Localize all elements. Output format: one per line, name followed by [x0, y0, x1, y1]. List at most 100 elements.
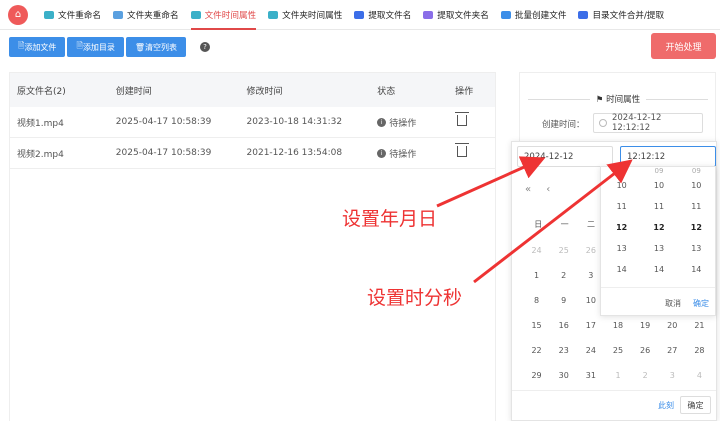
prev-navigation[interactable]: « ‹ [525, 184, 556, 195]
calendar-day[interactable]: 30 [550, 363, 577, 388]
time-option[interactable]: 12 [678, 217, 715, 238]
header-created: 创建时间 [115, 86, 152, 97]
calendar-day[interactable]: 4 [686, 363, 713, 388]
calendar-day[interactable]: 18 [604, 313, 631, 338]
header-filename: 原文件名(2) [17, 86, 66, 97]
create-time-value: 2024-12-12 12:12:12 [611, 113, 662, 133]
home-icon[interactable]: ⌂ [8, 4, 28, 25]
time-option[interactable]: 10 [678, 175, 715, 196]
time-option[interactable]: 13 [640, 238, 677, 259]
add-file-label: 添加文件 [24, 42, 57, 52]
calendar-day[interactable]: 31 [577, 363, 604, 388]
calendar-day[interactable]: 23 [550, 338, 577, 363]
table-row[interactable]: 视频2.mp4 2025-04-17 10:58:39 2021-12-16 1… [10, 138, 495, 169]
tab-0[interactable]: 文件重命名 [38, 0, 107, 30]
calendar-day[interactable]: 2 [550, 263, 577, 288]
weekday-label: 日 [534, 220, 543, 229]
calendar-day[interactable]: 8 [523, 288, 550, 313]
calendar-day[interactable]: 24 [577, 338, 604, 363]
time-option[interactable]: 14 [678, 259, 715, 280]
tab-7[interactable]: 目录文件合并/提取 [572, 0, 670, 30]
time-picker-footer: 取消 确定 [601, 287, 715, 315]
panel-title-text: ⚑ 时间属性 [590, 93, 646, 105]
divider [528, 98, 590, 100]
time-option[interactable]: 09 [603, 167, 640, 175]
file-time-icon [190, 10, 201, 19]
divider [646, 98, 708, 100]
calendar-day[interactable]: 25 [604, 338, 631, 363]
tab-1[interactable]: 文件夹重命名 [107, 0, 185, 30]
time-option[interactable]: 11 [640, 196, 677, 217]
add-file-button[interactable]: 🗎 添加文件 [9, 37, 66, 57]
time-option[interactable]: 13 [678, 238, 715, 259]
time-option[interactable]: 09 [640, 167, 677, 175]
delete-icon[interactable] [455, 143, 470, 157]
header-action: 操作 [455, 86, 474, 97]
picker-footer: 此刻 确定 [512, 390, 716, 420]
help-icon[interactable]: ? [200, 42, 211, 52]
time-input[interactable]: 12:12:12 [620, 146, 716, 167]
row-filename: 视频1.mp4 [17, 118, 64, 129]
tab-6[interactable]: 批量创建文件 [495, 0, 573, 30]
calendar-day[interactable]: 20 [659, 313, 686, 338]
start-button[interactable]: 开始处理 [651, 33, 716, 59]
top-nav: ⌂ 文件重命名 文件夹重命名 文件时间属性 文件夹时间属性 提取文件名 提取文件夹名 批量创… [0, 0, 720, 30]
tab-label: 目录文件合并/提取 [592, 10, 665, 21]
time-option[interactable]: 14 [603, 259, 640, 280]
create-time-input[interactable]: 2024-12-12 12:12:12 [593, 113, 703, 133]
nav-tabs: 文件重命名 文件夹重命名 文件时间属性 文件夹时间属性 提取文件名 提取文件夹名 批量创建文… [38, 0, 670, 30]
folder-rename-icon [112, 10, 123, 19]
file-rename-icon [44, 10, 54, 19]
calendar-day[interactable]: 26 [632, 338, 659, 363]
tab-3[interactable]: 文件夹时间属性 [262, 0, 348, 30]
calendar-day[interactable]: 29 [523, 363, 550, 388]
now-button[interactable]: 此刻 [658, 400, 674, 411]
header-status: 状态 [377, 86, 396, 97]
row-action [455, 112, 495, 129]
calendar-day[interactable]: 1 [523, 263, 550, 288]
clear-list-button[interactable]: 🗑 清空列表 [125, 37, 187, 57]
table-row[interactable]: 视频1.mp4 2025-04-17 10:58:39 2023-10-18 1… [10, 107, 495, 138]
tab-5[interactable]: 提取文件夹名 [417, 0, 495, 30]
tab-label: 批量创建文件 [514, 10, 567, 21]
calendar-day[interactable]: 1 [604, 363, 631, 388]
calendar-day[interactable]: 15 [523, 313, 550, 338]
time-option[interactable]: 11 [678, 196, 715, 217]
calendar-day[interactable]: 3 [659, 363, 686, 388]
time-option[interactable]: 13 [603, 238, 640, 259]
time-option[interactable]: 10 [640, 175, 677, 196]
add-folder-button[interactable]: 🗎 添加目录 [67, 37, 124, 57]
confirm-button[interactable]: 确定 [680, 396, 711, 414]
row-modified: 2021-12-16 13:54:08 [246, 148, 343, 158]
clock-icon [599, 119, 607, 127]
time-cancel-button[interactable]: 取消 [665, 298, 681, 309]
calendar-day[interactable]: 28 [686, 338, 713, 363]
time-option[interactable]: 12 [640, 217, 677, 238]
status-text: 待操作 [389, 118, 417, 129]
calendar-day[interactable]: 2 [632, 363, 659, 388]
calendar-day[interactable]: 25 [550, 238, 577, 263]
calendar-day[interactable]: 22 [523, 338, 550, 363]
time-option[interactable]: 09 [678, 167, 715, 175]
tab-4[interactable]: 提取文件名 [348, 0, 417, 30]
calendar-day[interactable]: 17 [577, 313, 604, 338]
tab-2[interactable]: 文件时间属性 [185, 0, 263, 30]
delete-icon[interactable] [455, 112, 470, 126]
row-status: i 待操作 [377, 116, 455, 129]
time-option[interactable]: 10 [603, 175, 640, 196]
calendar-day[interactable]: 19 [632, 313, 659, 338]
time-option[interactable]: 12 [603, 217, 640, 238]
calendar-day[interactable]: 24 [523, 238, 550, 263]
calendar-day[interactable]: 27 [659, 338, 686, 363]
annotation-time: 设置时分秒 [367, 287, 463, 309]
tab-label: 提取文件名 [368, 10, 412, 21]
calendar-day[interactable]: 16 [550, 313, 577, 338]
time-column-hours: 09 10 11 12 13 14 [603, 167, 640, 287]
time-option[interactable]: 14 [640, 259, 677, 280]
calendar-day[interactable]: 21 [686, 313, 713, 338]
time-confirm-button[interactable]: 确定 [693, 298, 709, 309]
date-input[interactable]: 2024-12-12 [517, 146, 613, 167]
time-option[interactable]: 11 [603, 196, 640, 217]
tab-label: 文件时间属性 [204, 10, 257, 21]
calendar-day[interactable]: 9 [550, 288, 577, 313]
